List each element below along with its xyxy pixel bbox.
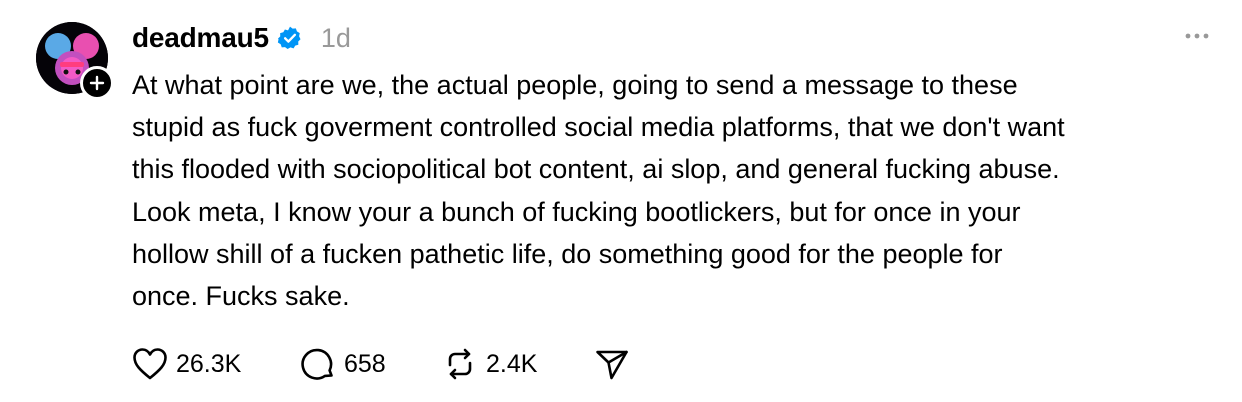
- username[interactable]: deadmau5: [132, 22, 269, 54]
- post-body-line: Look meta, I know your a bunch of fuckin…: [132, 196, 1021, 227]
- plus-icon: [89, 75, 105, 91]
- post-body-line: At what point are we, the actual people,…: [132, 70, 1018, 100]
- verified-badge-icon: [277, 25, 303, 51]
- post: deadmau5 1d At what point are we, the ac…: [0, 0, 1242, 402]
- like-button[interactable]: 26.3K: [132, 347, 300, 381]
- reply-count: 658: [344, 349, 386, 378]
- timestamp: 1d: [320, 22, 351, 53]
- post-body-line: hollow shill of a fucken pathetic life, …: [132, 238, 1003, 269]
- send-icon: [596, 350, 628, 380]
- more-options-button[interactable]: [1180, 24, 1214, 48]
- post-body-line: stupid as fuck goverment controlled soci…: [132, 112, 1065, 143]
- avatar-container[interactable]: [36, 22, 114, 100]
- more-dots-icon: [1185, 33, 1209, 39]
- share-button[interactable]: [594, 346, 630, 382]
- post-body: At what point are we, the actual people,…: [132, 64, 1222, 317]
- repost-icon: [448, 348, 472, 380]
- post-body-line: this flooded with sociopolitical bot con…: [132, 154, 1060, 185]
- comment-bubble-icon: [301, 348, 333, 380]
- follow-button[interactable]: [80, 66, 114, 100]
- repost-count: 2.4K: [486, 349, 538, 378]
- reply-button[interactable]: 658: [300, 346, 442, 382]
- post-body-line: once. Fucks sake.: [132, 281, 350, 312]
- heart-icon: [133, 348, 167, 380]
- post-header: deadmau5 1d: [132, 18, 351, 58]
- like-count: 26.3K: [176, 349, 242, 378]
- action-bar: 26.3K 658 2.4K: [132, 344, 630, 384]
- repost-button[interactable]: 2.4K: [442, 346, 594, 382]
